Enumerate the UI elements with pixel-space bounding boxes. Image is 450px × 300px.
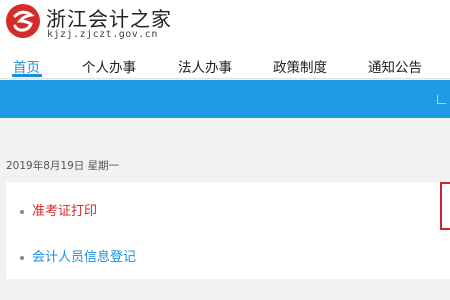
admission-ticket-link[interactable]: 准考证打印	[20, 200, 97, 219]
current-date: 2019年8月19日 星期一	[6, 160, 120, 172]
nav-item-home[interactable]: 首页	[13, 56, 40, 76]
nav-item-personal[interactable]: 个人办事	[82, 56, 136, 76]
swirl-icon	[13, 10, 35, 32]
site-logo-icon[interactable]	[6, 4, 40, 38]
site-name[interactable]: 浙江会计之家	[46, 3, 172, 32]
nav-item-legal-entity[interactable]: 法人办事	[178, 56, 232, 76]
site-header: 浙江会计之家 kjzj.zjczt.gov.cn	[0, 0, 450, 48]
accountant-registration-link[interactable]: 会计人员信息登记	[20, 246, 136, 265]
nav-divider	[0, 78, 450, 79]
bullet-icon	[20, 255, 24, 260]
accountant-registration-label: 会计人员信息登记	[32, 250, 137, 265]
admission-ticket-label: 准考证打印	[32, 204, 98, 219]
links-card: 准考证打印 会计人员信息登记	[6, 182, 450, 279]
blue-banner	[0, 80, 450, 118]
nav-active-indicator	[12, 74, 42, 77]
main-nav: 首页 个人办事 法人办事 政策制度 通知公告	[0, 48, 450, 78]
nav-item-policy[interactable]: 政策制度	[273, 56, 327, 76]
site-domain: kjzj.zjczt.gov.cn	[47, 29, 158, 40]
banner-edge-mark	[437, 95, 446, 104]
bullet-icon	[20, 209, 24, 214]
highlight-box	[440, 182, 450, 230]
nav-item-notices[interactable]: 通知公告	[368, 56, 422, 76]
